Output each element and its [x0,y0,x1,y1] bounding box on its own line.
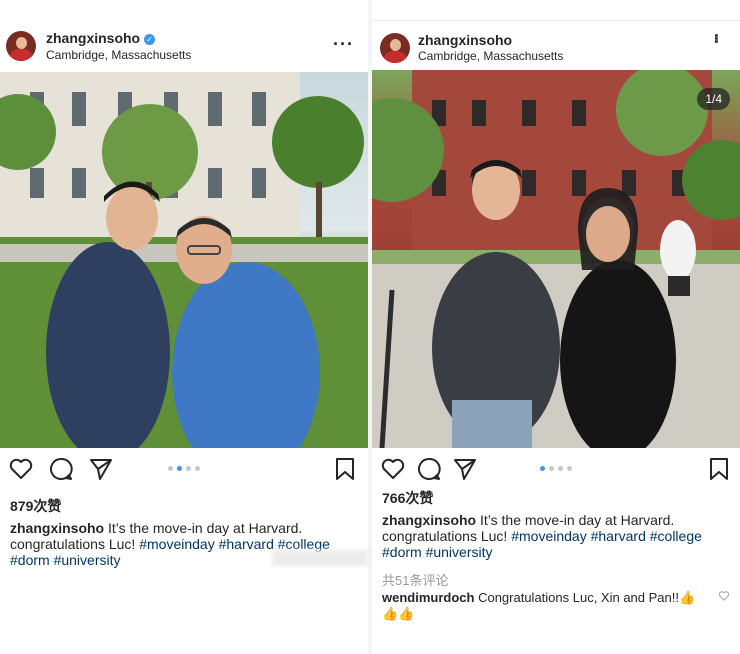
carousel-dot-active [540,466,545,471]
username-link[interactable]: zhangxinsoho ✓ [46,30,156,46]
action-bar [0,456,368,486]
carousel-indicator [540,466,572,471]
hashtag-link[interactable]: #college [650,528,702,544]
more-icon[interactable]: ··· [333,34,354,55]
comment-icon[interactable] [416,456,442,482]
action-bar [372,456,740,486]
carousel-dot [558,466,563,471]
caption-text: It’s the move-in day at Harvard. [480,512,675,528]
hashtag-link[interactable]: #harvard [219,536,274,552]
bookmark-icon[interactable] [706,456,732,482]
carousel-indicator [168,466,200,471]
avatar[interactable] [380,33,410,63]
comment-icon[interactable] [48,456,74,482]
caption-username[interactable]: zhangxinsoho [382,512,476,528]
carousel-dot [549,466,554,471]
photo-illustration [372,70,740,448]
view-comments-link[interactable]: 共51条评论 [382,570,448,589]
carousel-dot-active [177,466,182,471]
hashtag-link[interactable]: #dorm [382,544,422,560]
carousel-dot [186,466,191,471]
caption-text: It’s the move-in day at Harvard. [108,520,303,536]
blurred-area [272,550,368,566]
post-caption: zhangxinsoho It’s the move-in day at Har… [382,512,730,560]
like-count[interactable]: 766次赞 [382,488,433,508]
avatar[interactable] [6,31,36,61]
more-icon[interactable]: ··· [705,33,726,42]
comment-emoji: 👍👍 [382,606,415,621]
location-link[interactable]: Cambridge, Massachusetts [418,49,563,63]
heart-icon[interactable] [8,456,34,482]
bookmark-icon[interactable] [332,456,358,482]
caption-line2: congratulations Luc! [10,536,136,552]
heart-icon[interactable] [380,456,406,482]
carousel-dot [168,466,173,471]
carousel-dot [567,466,572,471]
post-photo[interactable]: 1/4 [372,70,740,448]
instagram-post-right: zhangxinsoho Cambridge, Massachusetts ··… [372,0,740,654]
hashtag-link[interactable]: #moveinday [139,536,215,552]
carousel-dot [195,466,200,471]
post-header: zhangxinsoho ✓ Cambridge, Massachusetts ·… [0,14,368,74]
comment-username[interactable]: wendimurdoch [382,590,474,605]
hashtag-link[interactable]: #harvard [591,528,646,544]
hashtag-link[interactable]: #moveinday [511,528,587,544]
location-link[interactable]: Cambridge, Massachusetts [46,48,191,62]
post-header: zhangxinsoho Cambridge, Massachusetts ··… [372,20,740,75]
photo-illustration [0,72,368,448]
share-icon[interactable] [452,456,478,482]
post-photo[interactable] [0,72,368,448]
caption-username[interactable]: zhangxinsoho [10,520,104,536]
comment-text: Congratulations Luc, Xin and Pan!!👍 [478,590,696,605]
share-icon[interactable] [88,456,114,482]
username-text: zhangxinsoho [46,30,141,46]
hashtag-link[interactable]: #dorm [10,552,50,568]
comment-like-icon[interactable] [718,590,730,602]
image-counter: 1/4 [697,88,730,110]
username-link[interactable]: zhangxinsoho [418,32,512,48]
hashtag-link[interactable]: #university [54,552,121,568]
comment-item: wendimurdoch Congratulations Luc, Xin an… [382,590,730,622]
hashtag-link[interactable]: #university [426,544,493,560]
caption-line2: congratulations Luc! [382,528,508,544]
verified-icon: ✓ [144,34,156,45]
instagram-post-left: zhangxinsoho ✓ Cambridge, Massachusetts ·… [0,0,368,654]
like-count[interactable]: 879次赞 [10,496,61,516]
